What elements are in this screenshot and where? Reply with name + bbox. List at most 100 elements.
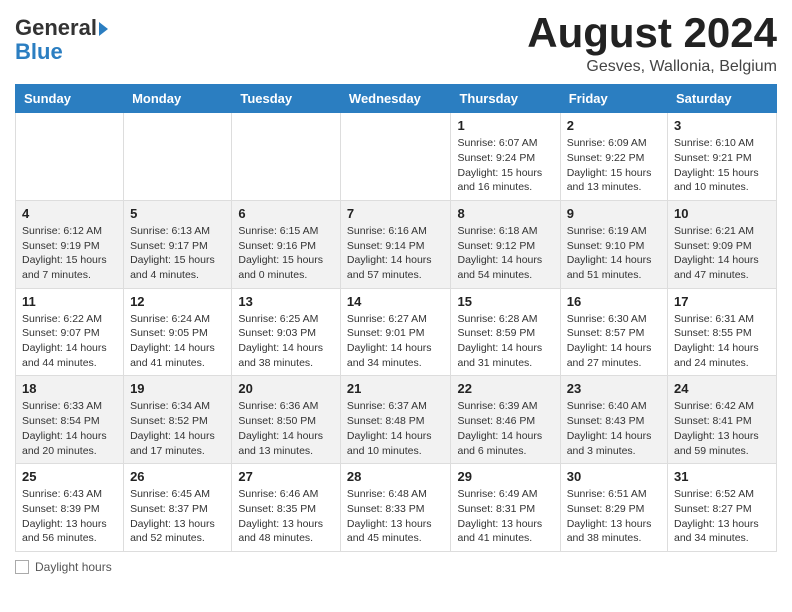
day-number: 19 [130,381,225,396]
logo-blue-text: Blue [15,39,63,64]
day-number: 20 [238,381,334,396]
day-number: 28 [347,469,445,484]
calendar-cell: 24Sunrise: 6:42 AM Sunset: 8:41 PM Dayli… [668,376,777,464]
calendar-cell: 3 Sunrise: 6:10 AM Sunset: 9:21 PM Daylig… [668,113,777,201]
day-info: Sunrise: 6:52 AM Sunset: 8:27 PM Dayligh… [674,487,770,546]
calendar-cell: 18Sunrise: 6:33 AM Sunset: 8:54 PM Dayli… [16,376,124,464]
calendar-table: SundayMondayTuesdayWednesdayThursdayFrid… [15,84,777,552]
day-info: Sunrise: 6:45 AM Sunset: 8:37 PM Dayligh… [130,487,225,546]
day-number: 15 [457,294,553,309]
calendar-cell: 2Sunrise: 6:09 AM Sunset: 9:22 PM Daylig… [560,113,667,201]
day-info: Sunrise: 6:13 AM Sunset: 9:17 PM Dayligh… [130,224,225,283]
week-row-1: 1 Sunrise: 6:07 AM Sunset: 9:24 PM Daylig… [16,113,777,201]
day-number: 5 [130,206,225,221]
week-row-3: 11 Sunrise: 6:22 AM Sunset: 9:07 PM Dayli… [16,288,777,376]
col-header-sunday: Sunday [16,85,124,113]
day-number: 29 [457,469,553,484]
calendar-cell: 7 Sunrise: 6:16 AM Sunset: 9:14 PM Daylig… [340,200,451,288]
day-info: Sunrise: 6:15 AM Sunset: 9:16 PM Dayligh… [238,224,334,283]
day-info: Sunrise: 6:42 AM Sunset: 8:41 PM Dayligh… [674,399,770,458]
day-number: 10 [674,206,770,221]
day-number: 6 [238,206,334,221]
day-number: 8 [457,206,553,221]
calendar-cell: 6 Sunrise: 6:15 AM Sunset: 9:16 PM Daylig… [232,200,341,288]
day-info: Sunrise: 6:25 AM Sunset: 9:03 PM Dayligh… [238,312,334,371]
calendar-cell: 9 Sunrise: 6:19 AM Sunset: 9:10 PM Daylig… [560,200,667,288]
logo: General Blue [15,10,108,64]
calendar-cell: 19 Sunrise: 6:34 AM Sunset: 8:52 PM Dayli… [124,376,232,464]
day-number: 31 [674,469,770,484]
week-row-5: 25Sunrise: 6:43 AM Sunset: 8:39 PM Dayli… [16,464,777,552]
calendar-cell: 21Sunrise: 6:37 AM Sunset: 8:48 PM Dayli… [340,376,451,464]
day-info: Sunrise: 6:27 AM Sunset: 9:01 PM Dayligh… [347,312,445,371]
calendar-cell: 22Sunrise: 6:39 AM Sunset: 8:46 PM Dayli… [451,376,560,464]
daylight-indicator [15,560,29,574]
calendar-cell [124,113,232,201]
calendar-cell: 30Sunrise: 6:51 AM Sunset: 8:29 PM Dayli… [560,464,667,552]
calendar-cell: 17 Sunrise: 6:31 AM Sunset: 8:55 PM Dayli… [668,288,777,376]
day-info: Sunrise: 6:07 AM Sunset: 9:24 PM Dayligh… [457,136,553,195]
col-header-thursday: Thursday [451,85,560,113]
day-info: Sunrise: 6:51 AM Sunset: 8:29 PM Dayligh… [567,487,661,546]
calendar-cell: 20 Sunrise: 6:36 AM Sunset: 8:50 PM Dayli… [232,376,341,464]
day-info: Sunrise: 6:48 AM Sunset: 8:33 PM Dayligh… [347,487,445,546]
calendar-cell [16,113,124,201]
day-info: Sunrise: 6:16 AM Sunset: 9:14 PM Dayligh… [347,224,445,283]
col-header-friday: Friday [560,85,667,113]
calendar-cell: 29 Sunrise: 6:49 AM Sunset: 8:31 PM Dayli… [451,464,560,552]
week-row-4: 18Sunrise: 6:33 AM Sunset: 8:54 PM Dayli… [16,376,777,464]
daylight-label: Daylight hours [35,560,112,574]
calendar-cell: 5 Sunrise: 6:13 AM Sunset: 9:17 PM Daylig… [124,200,232,288]
calendar-cell: 1 Sunrise: 6:07 AM Sunset: 9:24 PM Daylig… [451,113,560,201]
calendar-cell: 10 Sunrise: 6:21 AM Sunset: 9:09 PM Dayli… [668,200,777,288]
day-info: Sunrise: 6:12 AM Sunset: 9:19 PM Dayligh… [22,224,117,283]
day-info: Sunrise: 6:37 AM Sunset: 8:48 PM Dayligh… [347,399,445,458]
day-info: Sunrise: 6:24 AM Sunset: 9:05 PM Dayligh… [130,312,225,371]
calendar-cell: 27 Sunrise: 6:46 AM Sunset: 8:35 PM Dayli… [232,464,341,552]
day-number: 9 [567,206,661,221]
logo-arrow-icon [99,22,108,36]
day-number: 11 [22,294,117,309]
day-number: 12 [130,294,225,309]
day-info: Sunrise: 6:30 AM Sunset: 8:57 PM Dayligh… [567,312,661,371]
day-number: 7 [347,206,445,221]
calendar-cell [232,113,341,201]
calendar-cell [340,113,451,201]
day-number: 4 [22,206,117,221]
calendar-cell: 14 Sunrise: 6:27 AM Sunset: 9:01 PM Dayli… [340,288,451,376]
day-number: 1 [457,118,553,133]
day-info: Sunrise: 6:36 AM Sunset: 8:50 PM Dayligh… [238,399,334,458]
day-info: Sunrise: 6:21 AM Sunset: 9:09 PM Dayligh… [674,224,770,283]
day-info: Sunrise: 6:19 AM Sunset: 9:10 PM Dayligh… [567,224,661,283]
day-info: Sunrise: 6:09 AM Sunset: 9:22 PM Dayligh… [567,136,661,195]
day-number: 27 [238,469,334,484]
day-number: 25 [22,469,117,484]
day-info: Sunrise: 6:49 AM Sunset: 8:31 PM Dayligh… [457,487,553,546]
calendar-cell: 28 Sunrise: 6:48 AM Sunset: 8:33 PM Dayli… [340,464,451,552]
calendar-cell: 25Sunrise: 6:43 AM Sunset: 8:39 PM Dayli… [16,464,124,552]
day-info: Sunrise: 6:31 AM Sunset: 8:55 PM Dayligh… [674,312,770,371]
calendar-cell: 16Sunrise: 6:30 AM Sunset: 8:57 PM Dayli… [560,288,667,376]
day-number: 26 [130,469,225,484]
day-info: Sunrise: 6:18 AM Sunset: 9:12 PM Dayligh… [457,224,553,283]
day-info: Sunrise: 6:22 AM Sunset: 9:07 PM Dayligh… [22,312,117,371]
footer-note: Daylight hours [15,560,777,574]
day-number: 3 [674,118,770,133]
day-info: Sunrise: 6:39 AM Sunset: 8:46 PM Dayligh… [457,399,553,458]
week-row-2: 4 Sunrise: 6:12 AM Sunset: 9:19 PM Daylig… [16,200,777,288]
day-number: 17 [674,294,770,309]
day-info: Sunrise: 6:40 AM Sunset: 8:43 PM Dayligh… [567,399,661,458]
month-title: August 2024 [527,10,777,56]
calendar-cell: 15 Sunrise: 6:28 AM Sunset: 8:59 PM Dayli… [451,288,560,376]
day-info: Sunrise: 6:10 AM Sunset: 9:21 PM Dayligh… [674,136,770,195]
day-info: Sunrise: 6:46 AM Sunset: 8:35 PM Dayligh… [238,487,334,546]
calendar-header-row: SundayMondayTuesdayWednesdayThursdayFrid… [16,85,777,113]
day-info: Sunrise: 6:33 AM Sunset: 8:54 PM Dayligh… [22,399,117,458]
calendar-cell: 4 Sunrise: 6:12 AM Sunset: 9:19 PM Daylig… [16,200,124,288]
day-number: 14 [347,294,445,309]
col-header-wednesday: Wednesday [340,85,451,113]
calendar-cell: 31 Sunrise: 6:52 AM Sunset: 8:27 PM Dayli… [668,464,777,552]
day-info: Sunrise: 6:34 AM Sunset: 8:52 PM Dayligh… [130,399,225,458]
day-info: Sunrise: 6:28 AM Sunset: 8:59 PM Dayligh… [457,312,553,371]
header: General Blue August 2024 Gesves, Walloni… [15,10,777,76]
